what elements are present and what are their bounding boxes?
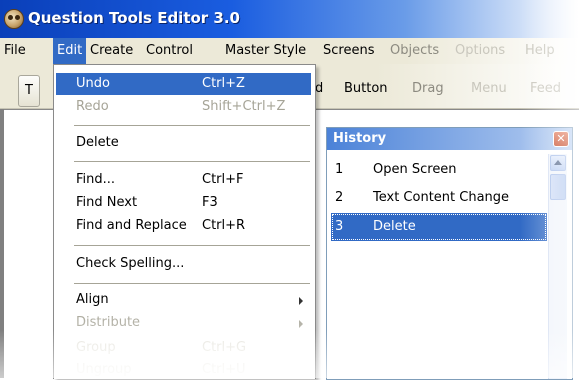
menu-item-label: Align [76,292,109,307]
submenu-arrow-icon [299,320,303,328]
menu-separator [74,283,310,284]
submenu-arrow-icon [299,297,303,305]
menu-item-shortcut: Ctrl+G [202,340,247,355]
menu-item-undo[interactable]: Undo Ctrl+Z [56,73,311,95]
menu-item-label: Undo [76,76,110,91]
menu-separator [74,245,310,246]
history-scrollbar[interactable] [548,154,567,379]
menu-file[interactable]: File [4,43,26,58]
history-entry-text: Open Screen [373,162,457,177]
scrollbar-thumb[interactable] [550,174,566,200]
menu-edit[interactable]: Edit [53,38,87,64]
history-title: History [333,131,387,146]
history-entry-number: 1 [335,162,344,177]
menu-item-label: Group [76,340,116,355]
history-title-bar[interactable]: History ✕ [327,128,572,150]
menu-item-group[interactable]: Group Ctrl+G [56,337,311,359]
history-entry-1[interactable]: 1 Open Screen [331,156,547,184]
menu-item-label: Find... [76,172,116,187]
menu-item-label: Ungroup [76,362,132,377]
menu-item-find[interactable]: Find... Ctrl+F [56,169,311,191]
menu-item-label: Redo [76,99,109,114]
workspace-edge [0,109,4,378]
history-panel: History ✕ 1 Open Screen 2 Text Content C… [326,127,573,380]
menu-item-redo[interactable]: Redo Shift+Ctrl+Z [56,96,311,118]
toolbar-menu-tool[interactable]: Menu [471,81,507,96]
history-entry-text: Delete [373,219,416,234]
menu-bar: File Edit Create Control Master Style Sc… [0,38,579,64]
menu-master-style[interactable]: Master Style [225,43,306,58]
menu-item-distribute[interactable]: Distribute [56,312,311,334]
history-entry-2[interactable]: 2 Text Content Change [331,184,547,212]
menu-create[interactable]: Create [90,43,133,58]
menu-item-shortcut: Ctrl+R [202,218,246,233]
menu-item-shortcut: Ctrl+F [202,172,244,187]
menu-objects[interactable]: Objects [390,43,439,58]
menu-item-ungroup[interactable]: Ungroup Ctrl+U [56,359,311,379]
close-icon[interactable]: ✕ [553,131,569,147]
toolbar-drag-tool[interactable]: Drag [412,81,444,96]
app-owl-icon [4,9,24,29]
menu-help[interactable]: Help [525,43,555,58]
toolbar-button-tool[interactable]: Button [344,81,388,96]
menu-item-check-spelling[interactable]: Check Spelling... [56,253,311,275]
menu-item-shortcut: F3 [202,195,218,210]
menu-item-label: Distribute [76,315,141,330]
menu-item-label: Find Next [76,195,138,210]
title-bar: Question Tools Editor 3.0 [0,0,579,38]
menu-control[interactable]: Control [146,43,193,58]
history-entry-number: 2 [335,190,344,205]
menu-item-shortcut: Ctrl+U [202,362,246,377]
history-entry-text: Text Content Change [373,190,510,205]
edit-menu-dropdown: Undo Ctrl+Z Redo Shift+Ctrl+Z Delete Fin… [53,64,316,379]
menu-separator [74,125,310,126]
scroll-up-arrow-icon[interactable] [550,155,566,171]
menu-item-label: Check Spelling... [76,256,185,271]
history-list: 1 Open Screen 2 Text Content Change 3 De… [331,154,547,379]
toolbar-partial-label: d [315,81,324,96]
menu-screens[interactable]: Screens [323,43,374,58]
menu-item-label: Find and Replace [76,218,187,233]
history-entry-number: 3 [335,219,344,234]
menu-item-align[interactable]: Align [56,289,311,311]
menu-options[interactable]: Options [455,43,505,58]
window-title: Question Tools Editor 3.0 [28,9,240,27]
toolbar-text-button[interactable]: T [18,75,40,107]
history-entry-3[interactable]: 3 Delete [331,213,547,241]
menu-item-find-and-replace[interactable]: Find and Replace Ctrl+R [56,215,311,237]
menu-item-label: Delete [76,135,119,150]
menu-item-shortcut: Ctrl+Z [202,76,245,91]
menu-item-delete[interactable]: Delete [56,132,311,154]
menu-item-find-next[interactable]: Find Next F3 [56,192,311,214]
menu-separator [74,161,310,162]
menu-item-shortcut: Shift+Ctrl+Z [202,99,286,114]
toolbar-feed-tool[interactable]: Feed [530,81,561,96]
